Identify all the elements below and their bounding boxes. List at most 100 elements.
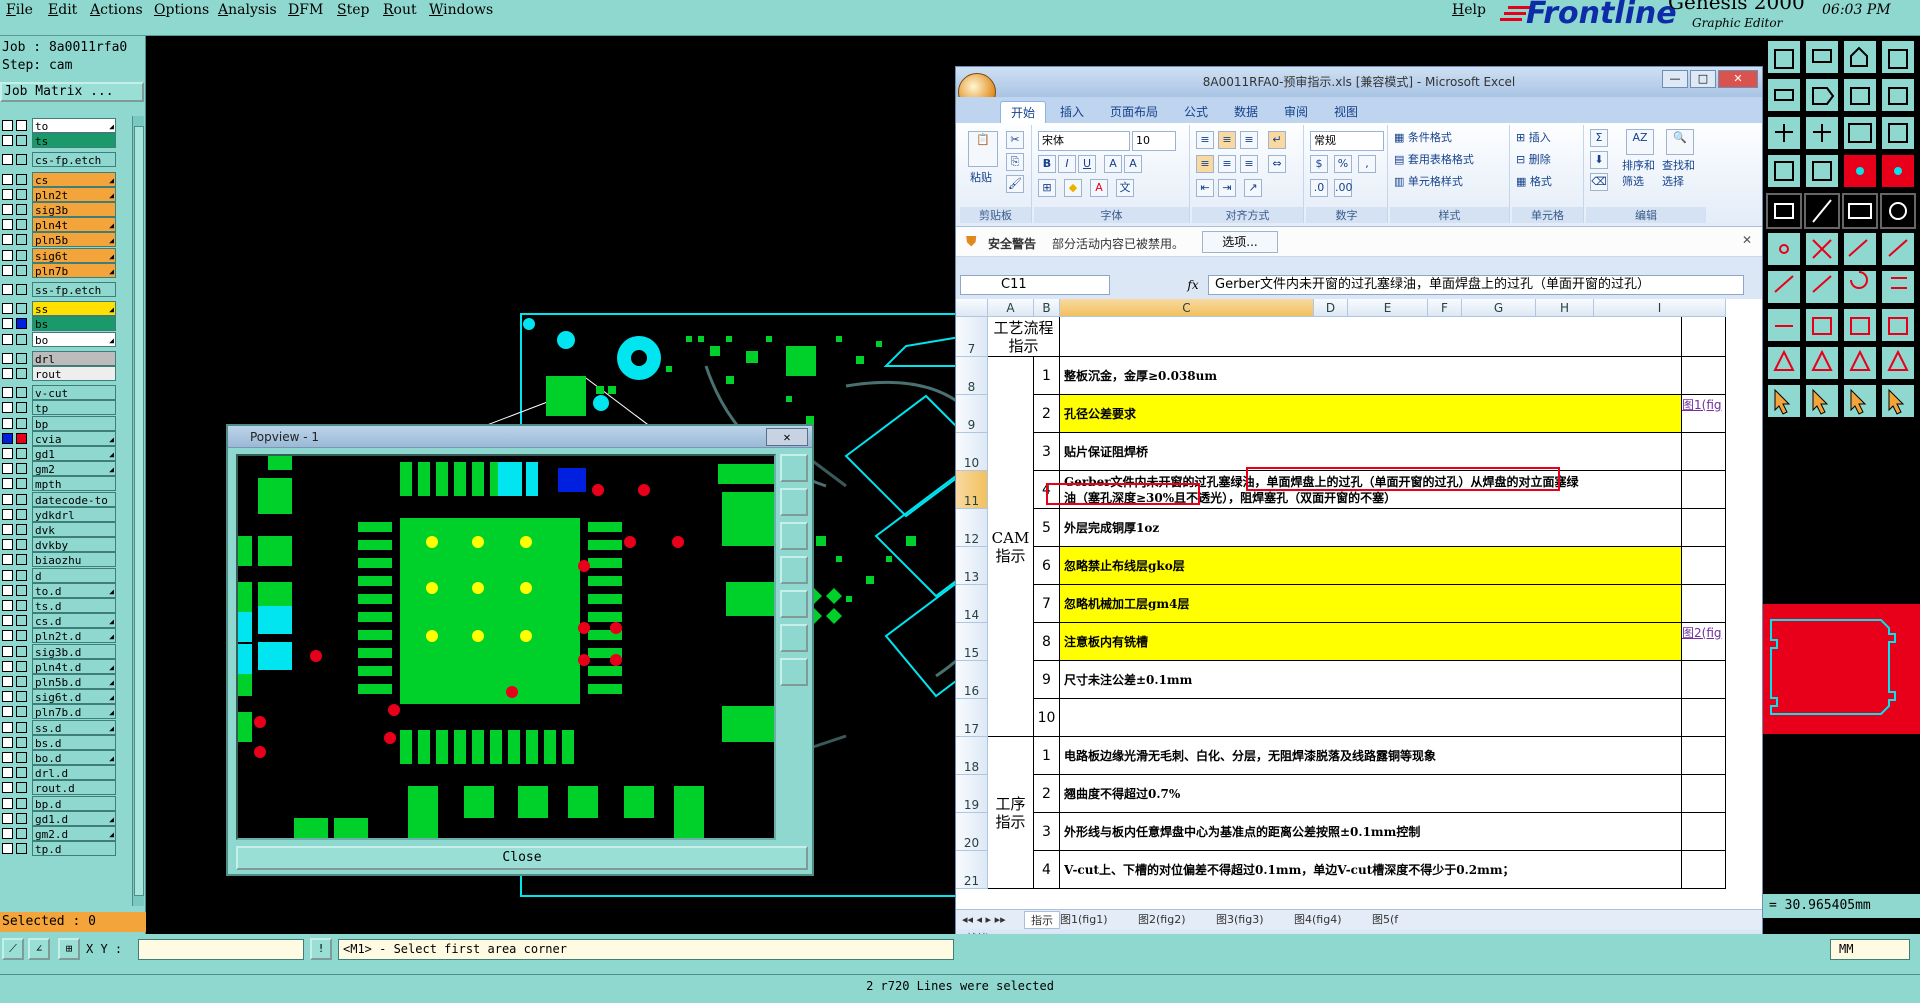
layer-name[interactable]: pln7b xyxy=(32,262,116,278)
layer-row[interactable]: cs.d xyxy=(0,613,130,629)
copy-icon[interactable]: ⎘ xyxy=(1006,153,1024,171)
instruction-cell[interactable]: 忽略禁止布线层gko层 xyxy=(1060,547,1682,585)
layer-row[interactable]: bo.d xyxy=(0,750,130,765)
item-number-cell[interactable]: 6 xyxy=(1034,547,1060,585)
layer-color-swatch[interactable] xyxy=(16,135,27,147)
select-label[interactable]: 选择 xyxy=(1662,173,1684,191)
layer-name[interactable]: d xyxy=(32,567,116,583)
layer-color-swatch[interactable] xyxy=(16,843,27,855)
layer-visibility-checkbox[interactable] xyxy=(2,478,13,490)
layer-visibility-checkbox[interactable] xyxy=(2,318,13,330)
column-header[interactable]: A xyxy=(988,299,1034,317)
layer-visibility-checkbox[interactable] xyxy=(2,417,13,429)
item-number-cell[interactable]: 1 xyxy=(1034,357,1060,395)
layer-color-swatch[interactable] xyxy=(16,539,27,551)
layer-visibility-checkbox[interactable] xyxy=(2,387,13,399)
layer-color-swatch[interactable] xyxy=(16,352,27,364)
layer-name[interactable]: sig6t xyxy=(32,247,116,263)
layer-name[interactable]: cs.d xyxy=(32,613,116,629)
layer-visibility-checkbox[interactable] xyxy=(2,284,13,295)
layer-name[interactable]: bp.d xyxy=(32,795,116,811)
layer-name[interactable]: sig3b.d xyxy=(32,643,116,659)
layer-color-swatch[interactable] xyxy=(16,630,27,642)
layer-visibility-checkbox[interactable] xyxy=(2,234,13,246)
cam-group-cell[interactable]: CAM 指示 xyxy=(988,357,1034,737)
sheet-tab[interactable]: 指示 xyxy=(1024,911,1060,929)
phonetic-icon[interactable]: 文 xyxy=(1116,179,1134,197)
layer-color-swatch[interactable] xyxy=(16,120,27,131)
layer-row[interactable]: pln7b xyxy=(0,262,130,278)
align-left-icon[interactable]: ≡ xyxy=(1196,155,1214,173)
layer-visibility-checkbox[interactable] xyxy=(2,828,13,839)
layer-visibility-checkbox[interactable] xyxy=(2,120,13,131)
menu-rout[interactable]: Rout xyxy=(383,2,417,18)
layer-row[interactable]: cs-fp.etch xyxy=(0,152,130,168)
increase-decimal-icon[interactable]: .0 xyxy=(1310,179,1328,197)
layer-color-swatch[interactable] xyxy=(16,318,27,330)
instruction-cell[interactable]: 贴片保证阻焊桥 xyxy=(1060,433,1682,471)
row-header[interactable]: 13 xyxy=(956,547,988,585)
move-icon[interactable] xyxy=(780,658,808,686)
units-selector[interactable]: MM xyxy=(1830,939,1910,960)
layer-name[interactable]: to.d xyxy=(32,582,116,598)
italic-icon[interactable]: I xyxy=(1058,155,1076,173)
delete-cells-button[interactable]: ⊟ 删除 xyxy=(1516,151,1551,169)
layer-row[interactable]: drl.d xyxy=(0,765,130,781)
row-header[interactable]: 12 xyxy=(956,509,988,547)
instruction-cell[interactable]: 电路板边缘光滑无毛刺、白化、分层，无阻焊漆脱落及线路露铜等现象 xyxy=(1060,737,1682,775)
bold-icon[interactable]: B xyxy=(1038,155,1056,173)
item-number-cell[interactable]: 2 xyxy=(1034,775,1060,813)
layer-color-swatch[interactable] xyxy=(16,234,27,246)
layer-color-swatch[interactable] xyxy=(16,736,27,748)
layer-name[interactable]: to xyxy=(32,118,116,133)
item-number-cell[interactable]: 1 xyxy=(1034,737,1060,775)
item-number-cell[interactable]: 5 xyxy=(1034,509,1060,547)
layer-row[interactable]: sig3b xyxy=(0,202,130,217)
layer-visibility-checkbox[interactable] xyxy=(2,721,13,733)
layer-row[interactable]: ts.d xyxy=(0,598,130,613)
column-i-cell[interactable] xyxy=(1682,317,1726,357)
column-header[interactable]: E xyxy=(1348,299,1428,317)
item-number-cell[interactable]: 10 xyxy=(1034,699,1060,737)
layer-visibility-checkbox[interactable] xyxy=(2,368,13,379)
column-i-cell[interactable] xyxy=(1682,737,1726,775)
menu-actions[interactable]: Actions xyxy=(90,2,143,18)
layer-row[interactable]: gm2.d xyxy=(0,826,130,841)
layer-visibility-checkbox[interactable] xyxy=(2,569,13,581)
shrink-font-icon[interactable]: A xyxy=(1124,155,1142,173)
layer-color-swatch[interactable] xyxy=(16,691,27,703)
layer-color-swatch[interactable] xyxy=(16,188,27,200)
layer-row[interactable]: ydkdrl xyxy=(0,506,130,522)
layer-visibility-checkbox[interactable] xyxy=(2,752,13,763)
layer-name[interactable]: bs.d xyxy=(32,734,116,750)
layer-visibility-checkbox[interactable] xyxy=(2,303,13,315)
layer-visibility-checkbox[interactable] xyxy=(2,333,13,345)
currency-icon[interactable]: $ xyxy=(1310,155,1328,173)
layer-visibility-checkbox[interactable] xyxy=(2,219,13,231)
font-color-icon[interactable]: A xyxy=(1090,179,1108,197)
layer-visibility-checkbox[interactable] xyxy=(2,135,13,147)
header-blank-cell[interactable] xyxy=(1060,317,1682,357)
instruction-cell[interactable]: 翘曲度不得超过0.7% xyxy=(1060,775,1682,813)
menu-options[interactable]: Options xyxy=(154,2,209,18)
row-header[interactable]: 16 xyxy=(956,661,988,699)
layer-visibility-checkbox[interactable] xyxy=(2,173,13,185)
layer-visibility-checkbox[interactable] xyxy=(2,660,13,672)
popview-title[interactable]: Popview - 1 xyxy=(228,426,812,448)
row-header[interactable]: 18 xyxy=(956,737,988,775)
layer-row[interactable]: pln7b.d xyxy=(0,704,130,720)
layer-row[interactable]: pln2t xyxy=(0,186,130,202)
layer-row[interactable]: rout xyxy=(0,366,130,381)
layer-visibility-checkbox[interactable] xyxy=(2,584,13,596)
layer-row[interactable]: sig6t xyxy=(0,247,130,263)
layer-name[interactable]: pln5b.d xyxy=(32,674,116,689)
layer-color-swatch[interactable] xyxy=(16,463,27,475)
layer-visibility-checkbox[interactable] xyxy=(2,402,13,414)
column-i-cell[interactable] xyxy=(1682,585,1726,623)
layer-name[interactable]: pln4t.d xyxy=(32,658,116,674)
layer-visibility-checkbox[interactable] xyxy=(2,448,13,459)
process-flow-group-cell[interactable]: 工艺流程 指示 xyxy=(988,317,1060,357)
column-header[interactable]: G xyxy=(1462,299,1536,317)
ribbon-tab[interactable]: 插入 xyxy=(1050,101,1094,123)
ribbon-tab[interactable]: 公式 xyxy=(1174,101,1218,123)
